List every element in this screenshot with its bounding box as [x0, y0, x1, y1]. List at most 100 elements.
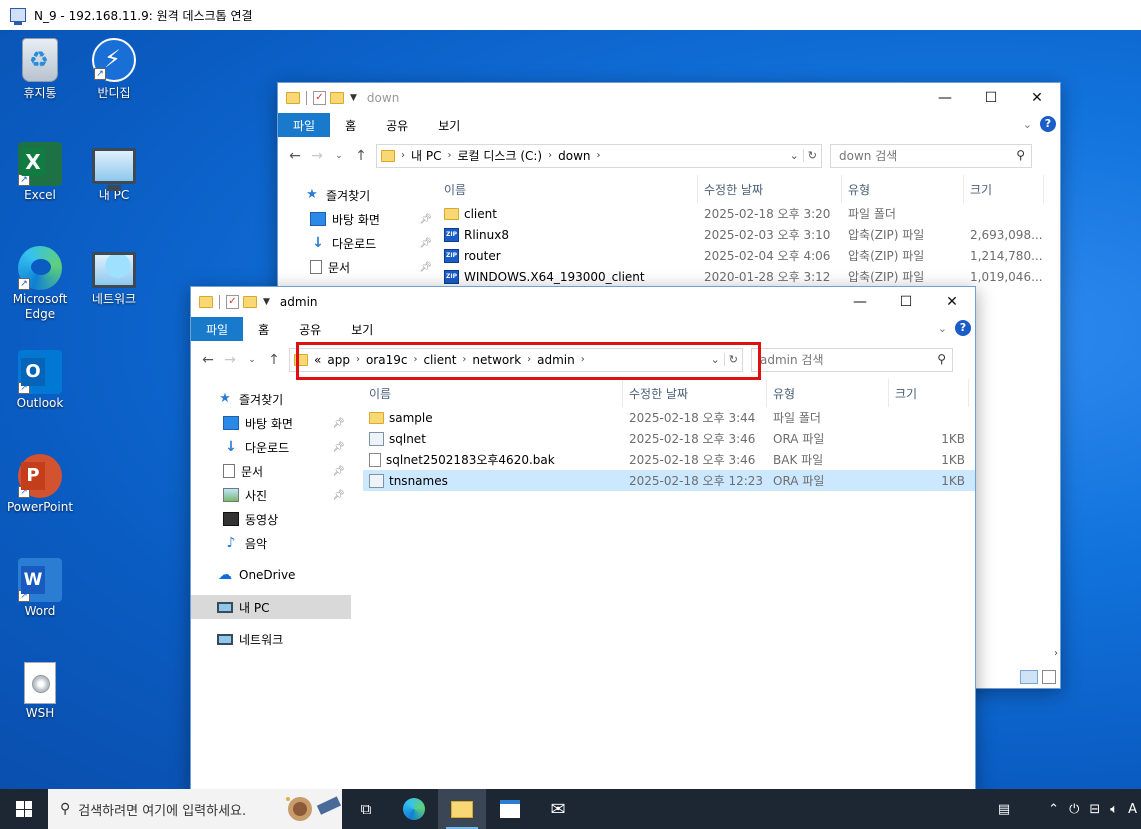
file-row[interactable]: tnsnames 2025-02-18 오후 12:23 ORA 파일 1KB: [363, 470, 975, 491]
desktop-icon-edge[interactable]: ↗ Microsoft Edge: [0, 246, 80, 322]
close-button[interactable]: ✕: [929, 287, 975, 317]
nav-item-quick-access[interactable]: ★ 즐겨찾기: [278, 183, 438, 207]
expand-ribbon-icon[interactable]: ⌄: [938, 322, 947, 335]
nav-item-desktop[interactable]: 바탕 화면 📌︎: [278, 207, 438, 231]
nav-item-video[interactable]: 동영상: [191, 507, 351, 531]
forward-button[interactable]: →: [306, 148, 328, 164]
breadcrumb-item[interactable]: down: [558, 149, 590, 163]
nav-item-network[interactable]: 네트워크: [191, 627, 351, 651]
up-button[interactable]: ↑: [350, 148, 372, 164]
new-folder-icon[interactable]: [330, 92, 344, 104]
nav-item-onedrive[interactable]: ☁ OneDrive: [191, 563, 351, 587]
nav-item-music[interactable]: ♪ 음악: [191, 531, 351, 555]
up-button[interactable]: ↑: [263, 352, 285, 368]
back-button[interactable]: ←: [197, 352, 219, 368]
address-dropdown-icon[interactable]: ⌄: [790, 149, 799, 162]
desktop-icon-label: Word: [24, 604, 56, 618]
desktop-icon-my-pc[interactable]: 내 PC: [74, 142, 154, 203]
column-header-size[interactable]: 크기: [964, 175, 1044, 203]
file-row[interactable]: client 2025-02-18 오후 3:20 파일 폴더: [438, 203, 1060, 224]
large-icons-view-icon[interactable]: [1042, 670, 1056, 684]
column-header-modified[interactable]: 수정한 날짜: [698, 175, 842, 203]
close-button[interactable]: ✕: [1014, 83, 1060, 113]
maximize-button[interactable]: ☐: [883, 287, 929, 317]
desktop-icon-excel[interactable]: ↗ Excel: [0, 142, 80, 202]
customize-toolbar-icon[interactable]: ▼: [263, 297, 270, 307]
back-button[interactable]: ←: [284, 148, 306, 164]
new-folder-icon[interactable]: [243, 296, 257, 308]
task-view-button[interactable]: ⧉: [342, 789, 390, 829]
file-name-cell: ZIP router: [438, 248, 698, 263]
taskbar-edge-button[interactable]: [390, 789, 438, 829]
desktop-icon-outlook[interactable]: ↗ Outlook: [0, 350, 80, 410]
tab-file[interactable]: 파일: [191, 317, 244, 341]
file-row[interactable]: ZIP WINDOWS.X64_193000_client 2020-01-28 오…: [438, 266, 1060, 287]
nav-item-download[interactable]: ↓ 다운로드 📌︎: [191, 435, 351, 459]
nav-item-pictures[interactable]: 사진 📌︎: [191, 483, 351, 507]
volume-icon[interactable]: 🔈︎: [1110, 802, 1118, 817]
nav-item-desktop[interactable]: 바탕 화면 📌︎: [191, 411, 351, 435]
desktop-icon-bandizip[interactable]: ↗ 반디집: [74, 38, 154, 101]
show-hidden-icons-icon[interactable]: ⌃: [1048, 802, 1059, 817]
desktop-icon-recycle-bin[interactable]: 휴지통: [0, 38, 80, 101]
tab-home[interactable]: 홈: [243, 317, 284, 341]
power-icon[interactable]: ⏻: [1069, 802, 1079, 817]
forward-button[interactable]: →: [219, 352, 241, 368]
properties-icon[interactable]: ✓: [226, 295, 239, 309]
column-header-type[interactable]: 유형: [842, 175, 964, 203]
desktop-icon-network[interactable]: 네트워크: [74, 246, 154, 307]
file-row[interactable]: sample 2025-02-18 오후 3:44 파일 폴더: [363, 407, 975, 428]
recent-locations-button[interactable]: ⌄: [328, 151, 350, 161]
tab-share[interactable]: 공유: [284, 317, 336, 341]
help-icon[interactable]: ?: [1040, 116, 1056, 132]
search-input[interactable]: down 검색 ⚲: [830, 143, 1032, 168]
taskbar-search-input[interactable]: ⚲ 검색하려면 여기에 입력하세요.: [48, 789, 342, 829]
details-view-icon[interactable]: [1020, 670, 1038, 684]
desktop-icon-word[interactable]: ↗ Word: [0, 558, 80, 618]
nav-label: 네트워크: [239, 632, 284, 647]
maximize-button[interactable]: ☐: [968, 83, 1014, 113]
desktop-icon-powerpoint[interactable]: ↗ PowerPoint: [0, 454, 80, 514]
taskbar-store-button[interactable]: [486, 789, 534, 829]
column-header-name[interactable]: 이름: [363, 379, 623, 407]
address-bar[interactable]: › 내 PC › 로컬 디스크 (C:) › down › ⌄ ↻: [376, 143, 822, 168]
column-header-type[interactable]: 유형: [767, 379, 889, 407]
file-row[interactable]: sqlnet 2025-02-18 오후 3:46 ORA 파일 1KB: [363, 428, 975, 449]
network-tray-icon[interactable]: ⊟: [1089, 802, 1100, 817]
nav-item-document[interactable]: 문서 📌︎: [191, 459, 351, 483]
minimize-button[interactable]: —: [922, 83, 968, 113]
system-tray: ▤ ⌃ ⏻ ⊟ 🔈︎ A: [998, 789, 1141, 829]
column-header-name[interactable]: 이름: [438, 175, 698, 203]
help-icon[interactable]: ?: [955, 320, 971, 336]
breadcrumb-item[interactable]: 내 PC: [411, 147, 441, 164]
search-input[interactable]: admin 검색 ⚲: [751, 347, 953, 372]
taskbar-mail-button[interactable]: ✉: [534, 789, 582, 829]
tab-view[interactable]: 보기: [336, 317, 388, 341]
input-language-indicator[interactable]: A: [1128, 802, 1137, 817]
expand-ribbon-icon[interactable]: ⌄: [1023, 118, 1032, 131]
nav-item-downloads[interactable]: ↓ 다운로드 📌︎: [278, 231, 438, 255]
breadcrumb-item[interactable]: 로컬 디스크 (C:): [457, 147, 542, 164]
column-header-modified[interactable]: 수정한 날짜: [623, 379, 767, 407]
desktop-icon-wsh[interactable]: WSH: [0, 662, 80, 720]
customize-toolbar-icon[interactable]: ▼: [350, 93, 357, 103]
nav-item-star[interactable]: ★ 즐겨찾기: [191, 387, 351, 411]
file-row[interactable]: sqlnet2502183오후4620.bak 2025-02-18 오후 3:4…: [363, 449, 975, 470]
refresh-icon[interactable]: ↻: [802, 149, 817, 162]
nav-item-computer[interactable]: 내 PC: [191, 595, 351, 619]
nav-item-documents[interactable]: 문서 📌︎: [278, 255, 438, 279]
file-row[interactable]: ZIP Rlinux8 2025-02-03 오후 3:10 압축(ZIP) 파일 2,…: [438, 224, 1060, 245]
column-header-size[interactable]: 크기: [889, 379, 969, 407]
taskbar-file-explorer-button[interactable]: [438, 789, 486, 829]
tab-view[interactable]: 보기: [423, 113, 475, 137]
scroll-right-icon[interactable]: ›: [1054, 648, 1058, 659]
action-center-icon[interactable]: ▤: [998, 802, 1010, 817]
properties-icon[interactable]: ✓: [313, 91, 326, 105]
recent-locations-button[interactable]: ⌄: [241, 355, 263, 365]
minimize-button[interactable]: —: [837, 287, 883, 317]
tab-file[interactable]: 파일: [278, 113, 331, 137]
tab-home[interactable]: 홈: [330, 113, 371, 137]
start-button[interactable]: [0, 789, 48, 829]
tab-share[interactable]: 공유: [371, 113, 423, 137]
file-row[interactable]: ZIP router 2025-02-04 오후 4:06 압축(ZIP) 파일 1,2…: [438, 245, 1060, 266]
